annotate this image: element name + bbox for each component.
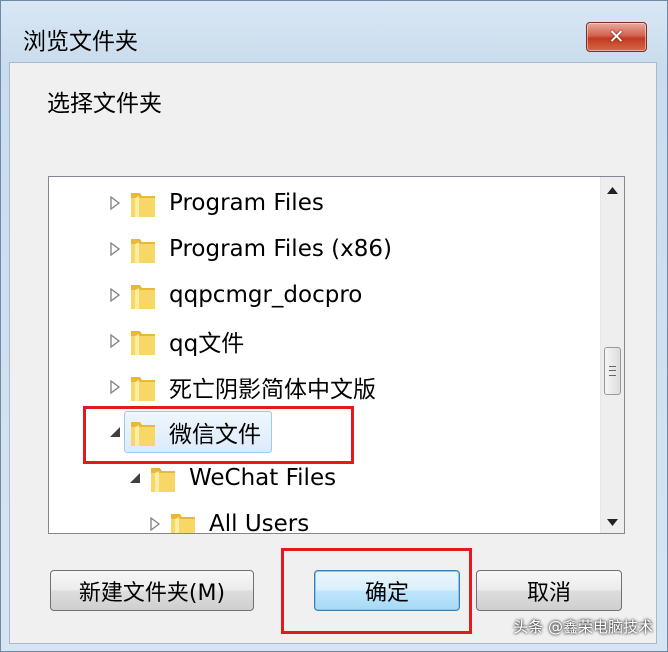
window-title: 浏览文件夹 xyxy=(23,29,138,55)
expand-icon[interactable] xyxy=(107,333,123,349)
arrow-up-icon xyxy=(607,186,618,194)
scroll-thumb[interactable] xyxy=(604,347,621,395)
cancel-button[interactable]: 取消 xyxy=(476,570,622,611)
tree-node-program-files[interactable]: Program Files xyxy=(107,183,324,223)
vertical-scrollbar[interactable] xyxy=(600,177,624,533)
scroll-down-button[interactable] xyxy=(601,511,624,533)
tree-node-program-files-x86[interactable]: Program Files (x86) xyxy=(107,229,392,269)
collapse-icon[interactable] xyxy=(107,424,123,440)
expand-icon[interactable] xyxy=(147,516,163,532)
ok-button[interactable]: 确定 xyxy=(314,570,460,611)
folder-icon xyxy=(129,279,157,311)
close-icon: ✕ xyxy=(608,25,625,48)
folder-icon xyxy=(129,416,157,448)
grip-icon xyxy=(609,366,616,376)
expand-icon[interactable] xyxy=(107,287,123,303)
tree-node-wechat-files[interactable]: WeChat Files xyxy=(127,458,336,498)
tree-node-wechat-folder[interactable]: 微信文件 xyxy=(107,412,261,452)
tree-node-label: qqpcmgr_docpro xyxy=(169,282,363,308)
scroll-up-button[interactable] xyxy=(601,179,624,201)
watermark: 头条 @鑫荣电脑技术 xyxy=(513,618,653,636)
folder-icon xyxy=(169,508,197,533)
tree-node-label: qq文件 xyxy=(169,331,245,357)
folder-icon xyxy=(149,462,177,494)
expand-icon[interactable] xyxy=(107,379,123,395)
tree-node-label: Program Files xyxy=(169,190,324,216)
close-button[interactable]: ✕ xyxy=(586,22,647,52)
tree-node-label: All Users xyxy=(209,511,310,534)
arrow-down-icon xyxy=(607,518,618,526)
title-bar[interactable]: 浏览文件夹 ✕ xyxy=(1,1,667,67)
new-folder-button[interactable]: 新建文件夹(M) xyxy=(50,570,254,611)
tree-node-game-folder[interactable]: 死亡阴影简体中文版 xyxy=(107,367,376,407)
folder-icon xyxy=(129,325,157,357)
folder-icon xyxy=(129,233,157,265)
folder-icon xyxy=(129,187,157,219)
tree-node-label: 死亡阴影简体中文版 xyxy=(169,377,376,403)
tree-node-qqpcmgr-docpro[interactable]: qqpcmgr_docpro xyxy=(107,275,362,315)
expand-icon[interactable] xyxy=(107,195,123,211)
tree-node-all-users[interactable]: All Users xyxy=(147,504,310,534)
collapse-icon[interactable] xyxy=(127,470,143,486)
tree-node-qq-files[interactable]: qq文件 xyxy=(107,321,244,361)
tree-node-label: 微信文件 xyxy=(169,422,261,448)
browse-folder-dialog: 浏览文件夹 ✕ 选择文件夹 Program Files Program File… xyxy=(0,0,668,652)
folder-tree[interactable]: Program Files Program Files (x86) qqpcmg… xyxy=(48,176,625,534)
dialog-body: 选择文件夹 Program Files Program Files (x86) … xyxy=(9,62,657,644)
expand-icon[interactable] xyxy=(107,241,123,257)
folder-icon xyxy=(129,371,157,403)
tree-node-label: Program Files (x86) xyxy=(169,236,392,262)
instruction-label: 选择文件夹 xyxy=(47,91,162,117)
tree-node-label: WeChat Files xyxy=(189,465,337,491)
